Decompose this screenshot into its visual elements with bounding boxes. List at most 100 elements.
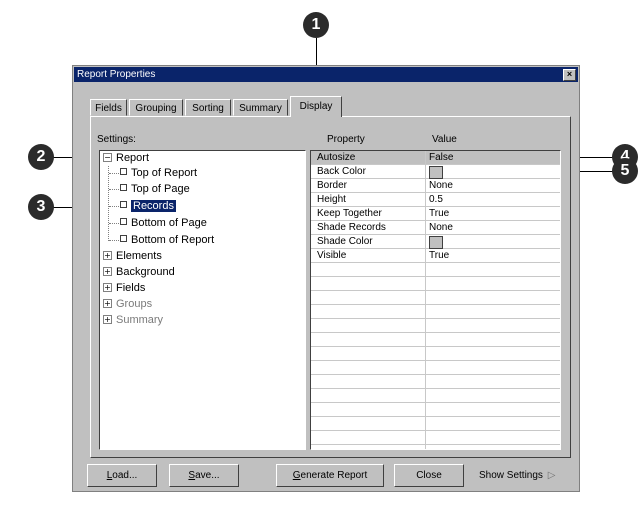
grid-row-line xyxy=(311,262,560,263)
tree-item-report[interactable]: − Report xyxy=(103,152,149,164)
grid-row-line xyxy=(311,318,560,319)
tab-display[interactable]: Display xyxy=(290,96,342,117)
tree-connector xyxy=(108,166,109,241)
section-icon xyxy=(120,218,127,225)
tab-sorting-label: Sorting xyxy=(192,103,224,114)
property-name: Shade Color xyxy=(317,236,373,247)
show-settings-label: Show Settings xyxy=(479,470,543,481)
tree-connector xyxy=(109,189,119,190)
grid-column-divider xyxy=(425,151,426,449)
show-settings-toggle[interactable]: Show Settings ▷ xyxy=(479,470,555,481)
section-icon xyxy=(120,168,127,175)
tree-item-label: Top of Page xyxy=(131,183,190,195)
property-grid[interactable]: Autosize False Back Color Border None He… xyxy=(310,150,561,450)
property-value[interactable]: None xyxy=(429,179,453,192)
property-name: Height xyxy=(317,194,346,205)
grid-row-line xyxy=(311,276,560,277)
triangle-right-icon: ▷ xyxy=(547,470,556,481)
property-name: Keep Together xyxy=(317,208,382,219)
expand-icon[interactable]: + xyxy=(103,283,112,292)
settings-tree[interactable]: − Report Top of Report Top of Page Record… xyxy=(99,150,306,450)
grid-row-line xyxy=(311,332,560,333)
tab-summary[interactable]: Summary xyxy=(233,99,288,116)
tab-fields-label: Fields xyxy=(95,103,122,114)
tree-connector xyxy=(109,240,119,241)
property-name: Visible xyxy=(317,250,347,261)
generate-accel: G xyxy=(292,470,301,481)
tree-item-groups[interactable]: + Groups xyxy=(103,298,152,310)
property-column-header: Property xyxy=(327,134,365,145)
property-name: Border xyxy=(317,180,348,191)
shade-color-swatch[interactable] xyxy=(429,236,443,249)
tree-item-label: Bottom of Report xyxy=(131,234,215,246)
property-name: Shade Records xyxy=(317,222,386,233)
tree-item-top-of-report[interactable]: Top of Report xyxy=(120,167,197,179)
property-name: Autosize xyxy=(317,152,356,163)
tree-connector xyxy=(109,173,119,174)
grid-row-line xyxy=(311,388,560,389)
dialog-title: Report Properties xyxy=(77,69,156,80)
section-icon xyxy=(120,184,127,191)
tab-grouping-label: Grouping xyxy=(135,103,177,114)
property-value[interactable]: None xyxy=(429,221,453,234)
tree-item-top-of-page[interactable]: Top of Page xyxy=(120,183,190,195)
tree-item-background[interactable]: + Background xyxy=(103,266,175,278)
tree-item-bottom-of-page[interactable]: Bottom of Page xyxy=(120,217,207,229)
section-icon xyxy=(120,201,127,208)
tree-item-label: Records xyxy=(131,200,176,212)
property-value[interactable]: 0.5 xyxy=(429,193,443,206)
load-label: oad... xyxy=(112,470,138,481)
section-icon xyxy=(120,235,127,242)
tab-display-label: Display xyxy=(299,101,333,112)
expand-icon[interactable]: + xyxy=(103,267,112,276)
expand-icon[interactable]: + xyxy=(103,251,112,260)
callout-1: 1 xyxy=(303,12,329,38)
grid-row-line xyxy=(311,416,560,417)
grid-row-line xyxy=(311,444,560,445)
generate-report-button[interactable]: Generate Report xyxy=(276,464,384,487)
callout-2: 2 xyxy=(28,144,54,170)
save-button[interactable]: Save... xyxy=(169,464,239,487)
save-label: ave... xyxy=(195,470,220,481)
tab-grouping[interactable]: Grouping xyxy=(129,99,183,116)
expand-icon[interactable]: + xyxy=(103,315,112,324)
grid-row-line xyxy=(311,374,560,375)
grid-row-line xyxy=(311,290,560,291)
tab-summary-label: Summary xyxy=(239,103,282,114)
tree-connector xyxy=(109,223,119,224)
tree-item-report-label: Report xyxy=(116,152,150,164)
report-properties-dialog: Report Properties × Fields Grouping Sort… xyxy=(72,65,580,492)
close-button[interactable]: Close xyxy=(394,464,464,487)
tree-item-label: Summary xyxy=(116,314,164,326)
property-value[interactable]: True xyxy=(429,207,449,220)
grid-row-line xyxy=(311,360,560,361)
back-color-swatch[interactable] xyxy=(429,166,443,179)
tree-item-bottom-of-report[interactable]: Bottom of Report xyxy=(120,234,214,246)
settings-label: Settings: xyxy=(97,134,136,145)
load-button[interactable]: Load... xyxy=(87,464,157,487)
tree-connector xyxy=(109,206,119,207)
tree-item-label: Groups xyxy=(116,298,153,310)
tree-item-elements[interactable]: + Elements xyxy=(103,250,162,262)
close-icon[interactable]: × xyxy=(563,69,576,81)
collapse-icon[interactable]: − xyxy=(103,153,112,162)
grid-row-line xyxy=(311,402,560,403)
property-value[interactable]: False xyxy=(429,151,453,164)
property-value[interactable]: True xyxy=(429,249,449,262)
tree-item-label: Elements xyxy=(116,250,162,262)
grid-row-line xyxy=(311,430,560,431)
tree-item-label: Top of Report xyxy=(131,167,198,179)
grid-row-line xyxy=(311,346,560,347)
callout-5: 5 xyxy=(612,158,638,184)
tree-item-fields[interactable]: + Fields xyxy=(103,282,145,294)
tree-item-summary[interactable]: + Summary xyxy=(103,314,163,326)
grid-row-line xyxy=(311,304,560,305)
dialog-title-bar: Report Properties × xyxy=(74,67,578,82)
expand-icon[interactable]: + xyxy=(103,299,112,308)
property-name: Back Color xyxy=(317,166,366,177)
tree-item-records[interactable]: Records xyxy=(120,200,176,212)
tree-item-label: Bottom of Page xyxy=(131,217,207,229)
tab-fields[interactable]: Fields xyxy=(90,99,127,116)
tab-sorting[interactable]: Sorting xyxy=(185,99,231,116)
callout-3: 3 xyxy=(28,194,54,220)
